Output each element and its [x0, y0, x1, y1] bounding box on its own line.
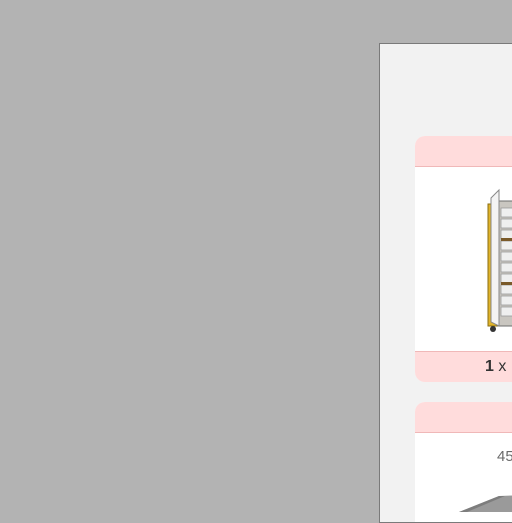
card-header	[415, 136, 512, 167]
product-card[interactable]: 45	[415, 402, 512, 522]
storage-cabinet-image	[487, 188, 512, 332]
product-card[interactable]: 1 x	[415, 136, 512, 382]
product-image	[459, 495, 512, 512]
dimension-text: 45	[497, 448, 512, 465]
product-panel: 1 x 45	[379, 43, 512, 523]
quantity-value: 1	[485, 358, 494, 375]
quantity-separator: x	[498, 358, 507, 375]
card-header	[415, 402, 512, 433]
quantity-row: 1 x	[415, 351, 512, 382]
